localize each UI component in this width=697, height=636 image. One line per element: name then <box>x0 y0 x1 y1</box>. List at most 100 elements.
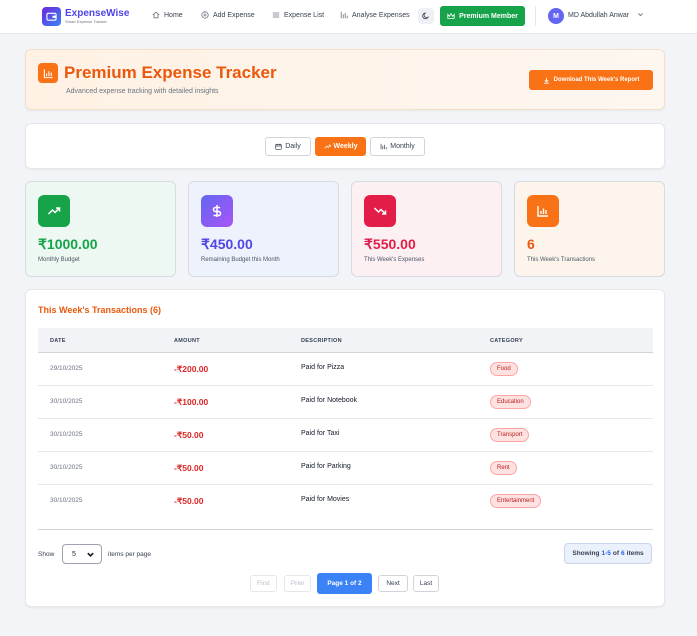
table-row[interactable]: 29/10/2025 -₹200.00 Paid for Pizza Food <box>38 353 653 386</box>
username[interactable]: MD Abdullah Anwar <box>568 12 629 19</box>
premium-member-button[interactable]: Premium Member <box>440 6 525 26</box>
row-date: 29/10/2025 <box>50 365 83 372</box>
showing-total: 6 <box>621 550 625 557</box>
row-date: 30/10/2025 <box>50 398 83 405</box>
row-amount: -₹200.00 <box>174 364 209 374</box>
trending-up-icon <box>323 144 331 149</box>
period-monthly-button[interactable]: Monthly <box>370 137 425 156</box>
crown-icon <box>447 12 455 19</box>
brand-tagline: Smart Expense Tracker <box>65 19 107 24</box>
row-description: Paid for Movies <box>301 496 350 503</box>
stat-value: ₹450.00 <box>201 236 253 252</box>
bar-chart-icon <box>380 143 387 150</box>
stat-card-monthly-budget: ₹1000.00 Monthly Budget <box>25 181 176 277</box>
category-badge: Transport <box>490 428 530 442</box>
bar-chart-icon <box>38 63 58 83</box>
items-per-page-value: 5 <box>72 550 76 558</box>
download-report-label: Download This Week's Report <box>553 77 640 83</box>
trending-up-icon <box>38 195 70 227</box>
show-label: Show <box>38 551 55 558</box>
showing-of: of <box>612 550 620 557</box>
table-header: DATE AMOUNT DESCRIPTION CATEGORY <box>38 328 653 353</box>
nav-home[interactable]: Home <box>152 11 183 19</box>
period-monthly-label: Monthly <box>390 143 415 150</box>
stat-card-week-expenses: ₹550.00 This Week's Expenses <box>351 181 502 277</box>
moon-icon <box>422 12 430 20</box>
brand-name[interactable]: ExpenseWise <box>65 8 129 19</box>
row-amount: -₹50.00 <box>174 430 204 440</box>
nav-expense-list-label: Expense List <box>284 11 325 19</box>
stat-value: 6 <box>527 236 535 252</box>
header-category: CATEGORY <box>490 338 523 344</box>
category-badge: Entertainment <box>490 494 542 508</box>
avatar[interactable]: M <box>548 8 564 24</box>
header-description: DESCRIPTION <box>301 338 342 344</box>
last-page-button[interactable]: Last <box>413 575 439 592</box>
current-page-indicator[interactable]: Page 1 of 2 <box>317 573 372 594</box>
row-amount: -₹50.00 <box>174 496 204 506</box>
chevron-down-icon <box>87 552 94 557</box>
stat-label: Remaining Budget this Month <box>201 257 280 263</box>
chevron-down-icon[interactable] <box>637 11 644 18</box>
stat-value: ₹1000.00 <box>38 236 98 252</box>
nav-divider <box>535 6 536 26</box>
showing-range: 1-5 <box>601 550 611 557</box>
nav-home-label: Home <box>164 11 183 19</box>
category-badge: Education <box>490 395 531 409</box>
stat-label: This Week's Expenses <box>364 257 425 263</box>
header-date: DATE <box>50 338 66 344</box>
period-weekly-button[interactable]: Weekly <box>315 137 366 156</box>
row-amount: -₹50.00 <box>174 463 204 473</box>
premium-header-card: Premium Expense Tracker Advanced expense… <box>25 49 665 110</box>
table-divider <box>38 529 653 530</box>
trending-down-icon <box>364 195 396 227</box>
list-icon <box>272 12 280 18</box>
home-icon <box>152 11 160 19</box>
download-report-button[interactable]: Download This Week's Report <box>529 70 653 90</box>
nav-add-expense-label: Add Expense <box>213 11 255 19</box>
top-navbar: ExpenseWise Smart Expense Tracker Home A… <box>0 0 697 34</box>
plus-circle-icon <box>201 11 209 19</box>
wallet-icon[interactable] <box>42 7 61 26</box>
stat-label: This Week's Transactions <box>527 257 596 263</box>
prev-page-button[interactable]: Prev <box>284 575 311 592</box>
transactions-card: This Week's Transactions (6) DATE AMOUNT… <box>25 289 665 607</box>
row-description: Paid for Taxi <box>301 430 340 437</box>
stat-card-week-transactions: 6 This Week's Transactions <box>514 181 665 277</box>
period-selector-card: Daily Weekly Monthly <box>25 123 665 169</box>
page-title: Premium Expense Tracker <box>64 63 277 82</box>
stat-value: ₹550.00 <box>364 236 416 252</box>
first-page-button[interactable]: First <box>250 575 277 592</box>
showing-suffix: items <box>626 550 644 557</box>
calendar-icon <box>275 143 282 150</box>
nav-expense-list[interactable]: Expense List <box>272 11 324 19</box>
row-date: 30/10/2025 <box>50 464 83 471</box>
table-row[interactable]: 30/10/2025 -₹50.00 Paid for Movies Enter… <box>38 485 653 518</box>
period-weekly-label: Weekly <box>333 143 358 150</box>
transactions-title: This Week's Transactions (6) <box>38 305 162 315</box>
download-icon <box>543 77 549 84</box>
period-daily-label: Daily <box>285 143 301 150</box>
table-row[interactable]: 30/10/2025 -₹50.00 Paid for Taxi Transpo… <box>38 419 653 452</box>
nav-analyse-expenses[interactable]: Analyse Expenses <box>340 11 410 19</box>
page-subtitle: Advanced expense tracking with detailed … <box>66 88 219 95</box>
theme-toggle-button[interactable] <box>418 8 434 24</box>
showing-items-indicator: Showing 1-5 of 6 items <box>564 543 652 564</box>
category-badge: Rent <box>490 461 517 475</box>
items-per-page-label: items per page <box>108 551 151 558</box>
stat-card-remaining-budget: ₹450.00 Remaining Budget this Month <box>188 181 339 277</box>
bar-chart-icon <box>340 11 348 19</box>
table-row[interactable]: 30/10/2025 -₹100.00 Paid for Notebook Ed… <box>38 386 653 419</box>
table-row[interactable]: 30/10/2025 -₹50.00 Paid for Parking Rent <box>38 452 653 485</box>
stat-label: Monthly Budget <box>38 257 80 263</box>
row-date: 30/10/2025 <box>50 497 83 504</box>
next-page-button[interactable]: Next <box>378 575 408 592</box>
nav-add-expense[interactable]: Add Expense <box>201 11 255 19</box>
items-per-page-select[interactable]: 5 <box>62 544 102 564</box>
period-daily-button[interactable]: Daily <box>265 137 311 156</box>
nav-analyse-expenses-label: Analyse Expenses <box>352 11 410 19</box>
row-date: 30/10/2025 <box>50 431 83 438</box>
dollar-icon <box>201 195 233 227</box>
category-badge: Food <box>490 362 518 376</box>
row-description: Paid for Pizza <box>301 364 345 371</box>
